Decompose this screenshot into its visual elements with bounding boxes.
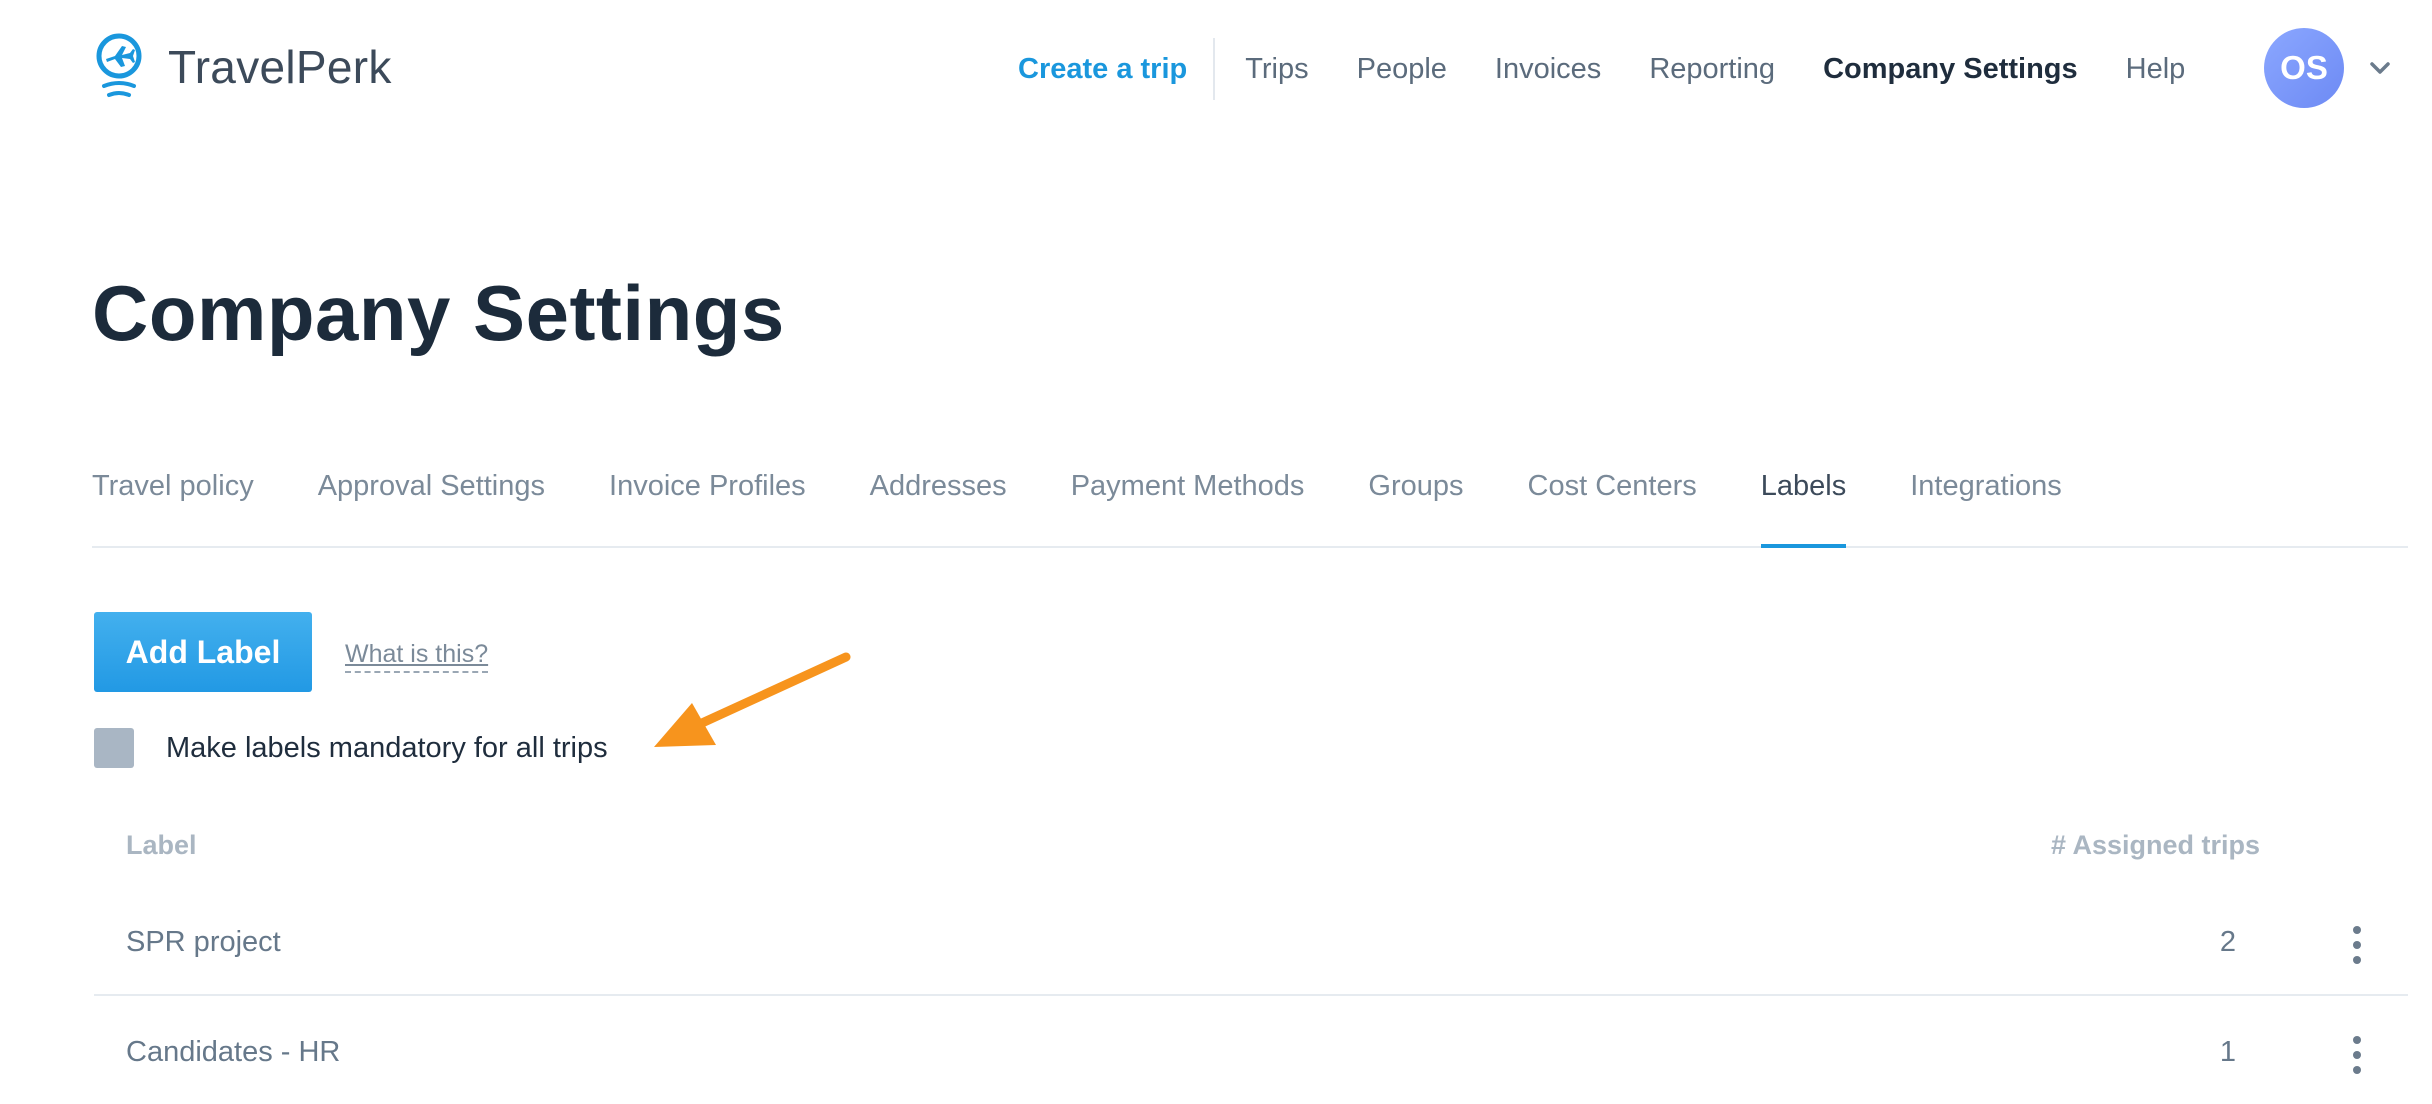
brand-name: TravelPerk: [168, 41, 392, 93]
mandatory-labels-option: Make labels mandatory for all trips: [94, 728, 608, 768]
settings-tabs: Travel policy Approval Settings Invoice …: [92, 458, 2408, 548]
travelperk-logo[interactable]: TravelPerk: [92, 32, 392, 102]
nav-company-settings[interactable]: Company Settings: [1823, 53, 2078, 86]
nav-invoices[interactable]: Invoices: [1495, 53, 1601, 86]
page-title: Company Settings: [92, 269, 785, 357]
annotation-arrow-icon: [654, 652, 851, 747]
tab-integrations[interactable]: Integrations: [1910, 458, 2062, 546]
tab-labels[interactable]: Labels: [1760, 458, 1847, 548]
nav-trips[interactable]: Trips: [1245, 53, 1308, 86]
nav-people[interactable]: People: [1357, 53, 1447, 86]
tab-payment-methods[interactable]: Payment Methods: [1071, 458, 1305, 546]
label-name: SPR project: [126, 926, 281, 958]
what-is-this-link[interactable]: What is this?: [345, 640, 489, 673]
mandatory-labels-label[interactable]: Make labels mandatory for all trips: [166, 732, 608, 765]
label-name: Candidates - HR: [126, 1036, 341, 1068]
mandatory-labels-checkbox[interactable]: [94, 728, 134, 768]
nav-divider: [1213, 38, 1216, 100]
assigned-trips-count: 2: [2219, 926, 2236, 958]
add-label-button[interactable]: Add Label: [94, 612, 312, 692]
user-avatar[interactable]: OS: [2264, 28, 2344, 108]
column-header-label[interactable]: Label: [126, 830, 197, 861]
tab-approval-settings[interactable]: Approval Settings: [318, 458, 545, 546]
tab-groups[interactable]: Groups: [1368, 458, 1463, 546]
nav-reporting[interactable]: Reporting: [1649, 53, 1775, 86]
main-nav: Create a trip Trips People Invoices Repo…: [1018, 36, 2185, 102]
table-row[interactable]: SPR project 2: [94, 888, 2408, 996]
more-vertical-icon[interactable]: [2350, 1034, 2364, 1076]
create-trip-link[interactable]: Create a trip: [1018, 53, 1187, 86]
tab-travel-policy[interactable]: Travel policy: [92, 458, 254, 546]
assigned-trips-count: 1: [2219, 1036, 2236, 1068]
tab-invoice-profiles[interactable]: Invoice Profiles: [609, 458, 806, 546]
globe-plane-icon: [92, 32, 146, 102]
table-row[interactable]: Candidates - HR 1: [94, 998, 2408, 1104]
nav-help[interactable]: Help: [2126, 53, 2186, 86]
column-header-assigned-trips[interactable]: # Assigned trips: [2051, 830, 2260, 861]
tab-cost-centers[interactable]: Cost Centers: [1528, 458, 1697, 546]
tab-addresses[interactable]: Addresses: [870, 458, 1007, 546]
chevron-down-icon[interactable]: [2368, 56, 2392, 80]
more-vertical-icon[interactable]: [2350, 924, 2364, 966]
